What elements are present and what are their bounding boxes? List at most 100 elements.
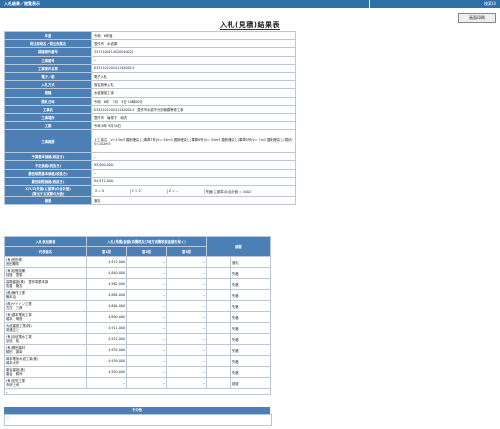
bidder-row: 唐谷建設(株) 唐谷 耕司 4,950,000 -- -- 失格 bbox=[4, 366, 271, 378]
bidder-representative: 佐藤 隆志 bbox=[6, 284, 23, 288]
info-label: 工期 bbox=[4, 121, 92, 131]
info-value: X = 0Y = 2Z = -- 失格(に基準)の合計値 = 5402 bbox=[91, 185, 296, 197]
bidder-row: (有)京信電水工業 京信 祐 4,922,000 -- -- 失格 bbox=[4, 333, 271, 345]
bid-spacer-cell bbox=[206, 377, 231, 389]
xyz-values: X = 0Y = 2Z = -- 失格(に基準)の合計値 = 5402 bbox=[94, 188, 293, 194]
info-row: 工事番号 -- bbox=[4, 55, 296, 65]
info-row: 工事場所 豊作市 篠塚下 地内 bbox=[4, 112, 296, 123]
info-row: 予定価格(税抜き) ¥5,000,000- bbox=[4, 160, 296, 170]
bid-amount-r3: -- bbox=[166, 355, 207, 367]
bidder-row: (有)桂慢設備 桂慢 豊泰 4,840,000 -- -- 失格 bbox=[4, 267, 271, 279]
info-row: 工期 令和 6年 9月30日 bbox=[4, 121, 296, 131]
bid-remark: 失格 bbox=[230, 344, 271, 356]
bid-amount-r2: -- bbox=[126, 366, 167, 378]
price-group-header: 入札(見積)金額(消費税及び地方消費税抜金額を除く) bbox=[86, 236, 207, 247]
bidder-row: (有)田田得 田田勝衛 4,972,000 -- -- 落札 bbox=[4, 256, 271, 268]
info-label-text: 工事案件名称 bbox=[38, 66, 58, 71]
info-value: K332101202411450014 bbox=[91, 63, 296, 73]
bid-amount-r2: -- bbox=[126, 278, 167, 290]
bid-amount-r1: 4,933,000 bbox=[86, 344, 127, 356]
info-value: ¥5,000,000- bbox=[91, 160, 296, 170]
info-value: -- bbox=[91, 168, 296, 178]
info-row: 最低制限価格(税抜き) ¥4,972,000- bbox=[4, 176, 296, 187]
bid-spacer-cell bbox=[206, 311, 231, 323]
bid-amount-r3: -- bbox=[166, 377, 207, 389]
info-value: K332101202411450014 豊作市水道不分割管路等修工事 bbox=[91, 104, 296, 114]
bid-amount-r3: -- bbox=[166, 278, 207, 290]
bid-amount-r3: -- bbox=[166, 333, 207, 345]
bid-amount-r3: -- bbox=[166, 256, 207, 268]
bidder-name: (有)田田得 田田勝衛 bbox=[4, 256, 87, 268]
bidder-row: (有)堀本電気工事 堀本 明良 4,890,000 -- -- 失格 bbox=[4, 311, 271, 323]
round1-header: 第1回 bbox=[86, 246, 127, 257]
bidder-row: (株)権作工業 権本治 4,884,000 -- -- 失格 bbox=[4, 289, 271, 301]
info-label-text: X/Y/Z(失格(に基準)の合計値) bbox=[25, 187, 71, 191]
bid-spacer-cell bbox=[206, 289, 231, 301]
bid-amount-r3: -- bbox=[166, 322, 207, 334]
bid-amount-r1: -- bbox=[86, 377, 127, 389]
bid-amount-r1: 4,962,000 bbox=[86, 278, 127, 290]
bid-remark: 失格 bbox=[230, 366, 271, 378]
bid-spacer-cell bbox=[206, 355, 231, 367]
bid-amount-r2: -- bbox=[126, 355, 167, 367]
info-row: 最低制限基本価格(税抜き) -- bbox=[4, 168, 296, 178]
info-row: 予算基本価格(税抜き) -- bbox=[4, 152, 296, 162]
topbar-divider bbox=[369, 0, 370, 8]
bidder-name: 岡本電気水道工事(株) 岡本大作 bbox=[4, 355, 87, 367]
bid-amount-r1: 4,922,000 bbox=[86, 333, 127, 345]
info-label: 開札日時 bbox=[4, 96, 92, 106]
bid-spacer-cell bbox=[206, 300, 231, 312]
bid-remark: 失格 bbox=[230, 300, 271, 312]
bid-amount-r2: -- bbox=[126, 311, 167, 323]
info-row: 年度 令和 6年度 bbox=[4, 30, 296, 41]
info-row: 摘要 落札 bbox=[4, 195, 296, 206]
info-row: 発注部局名／発注所属名 豊作市 水道課 bbox=[4, 39, 296, 49]
bid-amount-r3: -- bbox=[166, 366, 207, 378]
info-label-text: 電子／紙 bbox=[41, 75, 55, 80]
info-label-text: 工事概要 bbox=[41, 139, 55, 144]
bids-table: 入札参加業者 入札(見積)金額(消費税及び地方消費税抜金額を除く) 摘要 代表者… bbox=[4, 236, 271, 395]
bid-amount-r1: 4,911,000 bbox=[86, 322, 127, 334]
bid-amount-r1: 4,840,000 bbox=[86, 267, 127, 279]
bidder-representative: 古庄 三郎 bbox=[6, 306, 23, 310]
bidder-representative: 京信 祐 bbox=[6, 339, 20, 343]
bid-spacer-cell bbox=[206, 278, 231, 290]
bid-remark: 失格 bbox=[230, 333, 271, 345]
info-label: 電子／紙 bbox=[4, 71, 92, 82]
bid-remark: 失格 bbox=[230, 311, 271, 323]
info-label-text: 入札方式 bbox=[41, 83, 55, 88]
page-title: 入札(見積)結果表 bbox=[0, 20, 500, 30]
xyz-extra: 失格(に基準)の合計値 = 5402 bbox=[205, 189, 252, 194]
info-label: 入札方式 bbox=[4, 80, 92, 90]
info-label: 最低制限価格(税抜き) bbox=[4, 176, 92, 187]
bid-spacer-cell bbox=[206, 344, 231, 356]
info-value: 令和 6年度 bbox=[91, 30, 296, 41]
info-label: 年度 bbox=[4, 30, 92, 41]
bid-amount-r1: 4,884,000 bbox=[86, 289, 127, 301]
bidder-representative: 堀本 明良 bbox=[6, 317, 23, 321]
name-column-header: 代表者名 bbox=[4, 246, 87, 257]
info-label-text: 工事名 bbox=[43, 107, 53, 112]
bid-remark: 失格 bbox=[230, 267, 271, 279]
bid-amount-r1: 4,950,000 bbox=[86, 366, 127, 378]
info-row: X/Y/Z(失格(に基準)の合計値) (算出する試算の大値) X = 0Y = 2Z… bbox=[4, 185, 296, 197]
info-value: 令和 6年 7月 3日 10時00分 bbox=[91, 96, 296, 106]
bid-amount-r3: -- bbox=[166, 300, 207, 312]
info-label-text: 工事場所 bbox=[41, 115, 55, 120]
info-label-text: 業種 bbox=[44, 91, 52, 96]
bid-amount-r2: -- bbox=[126, 256, 167, 268]
bid-remark: 失格 bbox=[230, 355, 271, 367]
info-label: 調達案件番号 bbox=[4, 47, 92, 57]
bidder-representative: 常通正と bbox=[6, 328, 20, 332]
remarks-header: 摘要 bbox=[206, 236, 271, 257]
info-row: 工事名 K332101202411450014 豊作市水道不分割管路等修工事 bbox=[4, 104, 296, 114]
bid-amount-r2: -- bbox=[126, 289, 167, 301]
bidder-name: (有)京信電水工業 京信 祐 bbox=[4, 333, 87, 345]
bidder-name: 唐谷建設(株) 唐谷 耕司 bbox=[4, 366, 87, 378]
bidder-row: (有)桐田建材 桐田 廣幸 4,933,000 -- -- 失格 bbox=[4, 344, 271, 356]
xyz-y: Y = 2 bbox=[131, 188, 168, 194]
bidder-name: (有)宏知工業 市伊上司 bbox=[4, 377, 87, 389]
info-row: 電子／紙 電子入札 bbox=[4, 71, 296, 82]
bid-amount-r2: -- bbox=[126, 300, 167, 312]
bid-spacer-cell bbox=[206, 267, 231, 279]
